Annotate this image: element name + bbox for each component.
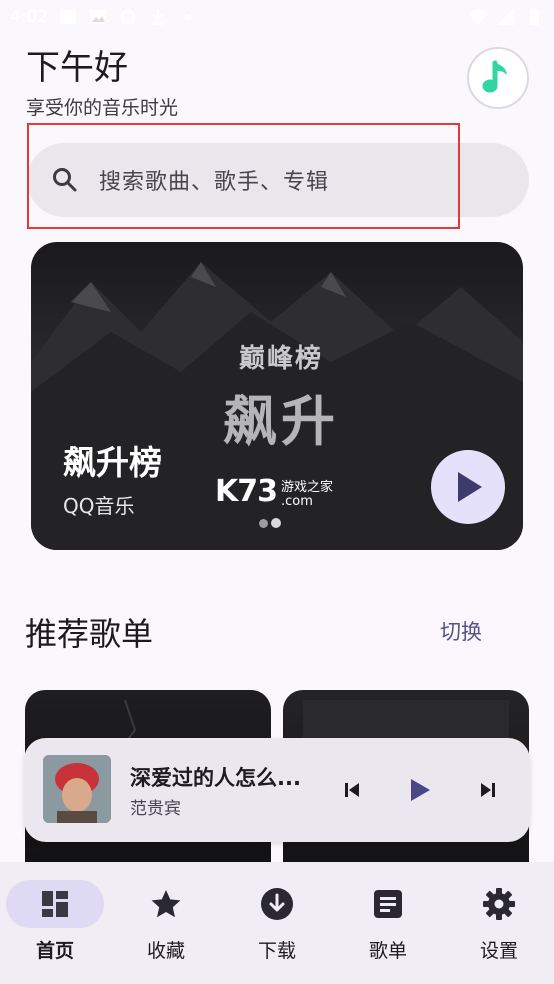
chart-banner[interactable]: 巅峰榜 飙升 K73 游戏之家 .com 飙升榜 QQ音乐 — [31, 242, 523, 550]
watermark: K73 游戏之家 .com — [215, 474, 333, 509]
play-button[interactable] — [404, 774, 436, 806]
nav-label-playlists: 歌单 — [368, 940, 407, 962]
notification-icon — [58, 7, 78, 27]
nav-label-downloads: 下载 — [257, 940, 296, 962]
wifi-icon — [468, 7, 488, 27]
nav-item-home[interactable]: 首页 — [0, 880, 110, 970]
battery-icon — [524, 7, 544, 27]
nav-label-settings: 设置 — [479, 940, 518, 962]
track-artist: 范贵宾 — [130, 799, 181, 819]
skip-next-icon — [481, 783, 495, 797]
watermark-logo: K73 — [215, 474, 278, 509]
pagination-dot-active — [271, 518, 281, 528]
previous-button[interactable] — [338, 776, 366, 804]
skip-previous-icon — [345, 783, 359, 797]
banner-pagination — [259, 518, 281, 528]
download-status-icon — [148, 7, 168, 27]
bottom-navigation: 首页 收藏 下载 歌单 设置 — [0, 862, 554, 984]
recommend-title: 推荐歌单 — [25, 615, 154, 653]
nav-label-home: 首页 — [35, 940, 74, 962]
banner-title: 飙升榜 — [63, 443, 162, 482]
mini-player[interactable]: 深爱过的人怎么... 范贵宾 — [24, 738, 530, 842]
dot-icon — [178, 7, 198, 27]
greeting-subtitle: 享受你的音乐时光 — [26, 97, 179, 119]
signal-icon — [496, 7, 516, 27]
play-icon — [458, 472, 482, 502]
dashboard-icon — [42, 891, 68, 917]
download-icon — [261, 888, 293, 920]
settings-status-icon — [118, 7, 138, 27]
banner-play-button[interactable] — [431, 450, 505, 524]
nav-item-settings[interactable]: 设置 — [444, 880, 554, 970]
image-icon — [88, 7, 108, 27]
pagination-dot — [259, 518, 268, 528]
banner-source: QQ音乐 — [63, 494, 135, 518]
nav-label-favorites: 收藏 — [146, 940, 185, 962]
playlist-icon — [374, 890, 402, 918]
watermark-text: 游戏之家 — [281, 480, 334, 495]
app-logo-button[interactable] — [467, 47, 529, 109]
album-cover — [43, 755, 111, 823]
status-bar: 4:02 — [0, 0, 554, 34]
highlight-box — [27, 123, 460, 229]
greeting-title: 下午好 — [26, 48, 128, 88]
play-icon — [411, 779, 430, 801]
nav-item-favorites[interactable]: 收藏 — [111, 880, 221, 970]
watermark-domain: .com — [281, 494, 313, 509]
track-title: 深爱过的人怎么... — [130, 766, 301, 790]
nav-item-playlists[interactable]: 歌单 — [333, 880, 443, 970]
status-time: 4:02 — [10, 7, 49, 27]
nav-item-downloads[interactable]: 下载 — [222, 880, 332, 970]
switch-button[interactable]: 切换 — [440, 616, 482, 646]
banner-brand-main: 飙升 — [223, 390, 339, 453]
star-icon — [151, 890, 181, 918]
banner-brand: 巅峰榜 飙升 — [211, 338, 351, 456]
next-button[interactable] — [474, 776, 502, 804]
music-note-icon — [482, 60, 507, 93]
banner-brand-top: 巅峰榜 — [238, 344, 323, 374]
gear-icon — [483, 888, 515, 920]
